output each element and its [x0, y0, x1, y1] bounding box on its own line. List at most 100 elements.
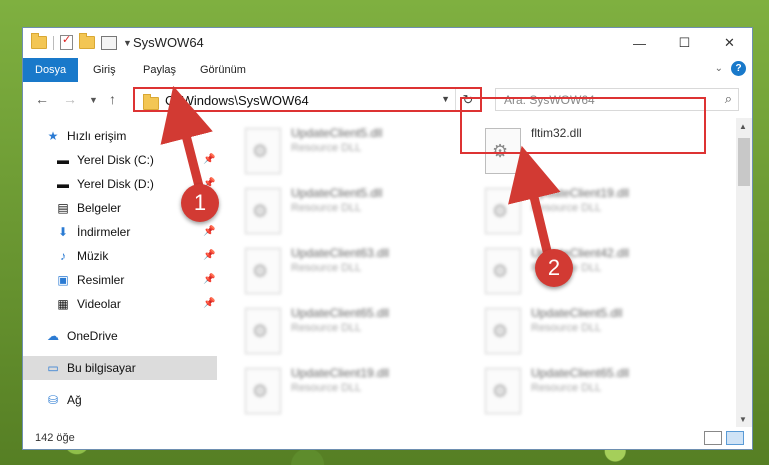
file-item[interactable]: UpdateClient19.dll Resource DLL	[485, 186, 705, 242]
dll-file-icon	[485, 188, 521, 234]
sidebar-item-videos[interactable]: ▦ Videolar 📌	[23, 292, 217, 316]
file-item[interactable]: UpdateClient5.dll Resource DLL	[245, 186, 465, 242]
documents-icon: ▤	[57, 201, 69, 215]
file-name: UpdateClient63.dll	[291, 246, 390, 260]
tab-file[interactable]: Dosya	[23, 58, 79, 82]
qa-dropdown-icon[interactable]: ▼	[123, 38, 132, 48]
file-item[interactable]: UpdateClient5.dll Resource DLL	[485, 306, 705, 362]
address-path[interactable]: C:\Windows\SysWOW64	[165, 93, 309, 108]
sidebar-item-label: Hızlı erişim	[67, 129, 127, 143]
step-marker-1: 1	[181, 184, 219, 222]
file-name: UpdateClient19.dll	[291, 366, 390, 380]
sidebar-item-network[interactable]: ⛁ Ağ	[23, 388, 217, 412]
item-count: 142 öğe	[35, 432, 75, 444]
address-folder-icon	[143, 94, 159, 110]
sidebar-item-downloads[interactable]: ⬇ İndirmeler 📌	[23, 220, 217, 244]
file-list: UpdateClient5.dll Resource DLL UpdateCli…	[219, 118, 738, 428]
toolbar-divider	[53, 35, 54, 50]
file-type: Resource DLL	[531, 202, 602, 214]
file-item[interactable]: UpdateClient63.dll Resource DLL	[245, 246, 465, 302]
navigation-pane: ★ Hızlı erişim ▬ Yerel Disk (C:) 📌 ▬ Yer…	[23, 118, 217, 428]
scroll-down-icon[interactable]: ▼	[739, 415, 747, 424]
file-type: Resource DLL	[531, 382, 602, 394]
file-item[interactable]: UpdateClient65.dll Resource DLL	[245, 306, 465, 362]
up-arrow-icon[interactable]: ↑	[109, 91, 116, 107]
sidebar-item-label: Yerel Disk (D:)	[77, 177, 154, 191]
network-icon: ⛁	[47, 393, 59, 407]
recent-dropdown-icon[interactable]: ▼	[89, 95, 98, 105]
pin-icon[interactable]: 📌	[203, 274, 215, 285]
pin-icon[interactable]: 📌	[203, 226, 215, 237]
quick-access-toolbar: ▼	[31, 33, 132, 50]
drive-icon: ▬	[57, 153, 69, 167]
expand-ribbon-icon[interactable]: ⌄	[715, 63, 723, 74]
minimize-button[interactable]: —	[617, 28, 662, 58]
search-icon[interactable]: ⌕	[725, 91, 732, 107]
address-dropdown-icon[interactable]: ▼	[441, 94, 450, 104]
ribbon-controls: ⌄ ?	[715, 61, 746, 76]
file-item[interactable]: UpdateClient65.dll Resource DLL	[485, 366, 705, 422]
sidebar-item-label: İndirmeler	[77, 225, 131, 239]
dll-file-icon	[245, 188, 281, 234]
tab-share[interactable]: Paylaş	[143, 58, 176, 82]
sidebar-item-pictures[interactable]: ▣ Resimler 📌	[23, 268, 217, 292]
forward-arrow-icon[interactable]: →	[63, 91, 77, 107]
sidebar-item-onedrive[interactable]: ☁ OneDrive	[23, 324, 217, 348]
customize-icon[interactable]	[101, 35, 117, 50]
star-icon: ★	[47, 129, 59, 143]
folder-icon	[31, 33, 47, 49]
file-name: UpdateClient5.dll	[291, 126, 383, 140]
file-item[interactable]: UpdateClient5.dll Resource DLL	[245, 126, 465, 182]
dll-file-icon	[485, 308, 521, 354]
file-name: UpdateClient19.dll	[531, 186, 630, 200]
file-name: UpdateClient5.dll	[291, 186, 383, 200]
sidebar-item-label: Ağ	[67, 393, 82, 407]
drive-icon: ▬	[57, 177, 69, 191]
file-type: Resource DLL	[291, 142, 362, 154]
file-type: Resource DLL	[531, 322, 602, 334]
sidebar-item-label: Belgeler	[77, 201, 122, 215]
scroll-up-icon[interactable]: ▲	[739, 122, 747, 131]
file-item[interactable]: UpdateClient19.dll Resource DLL	[245, 366, 465, 422]
explorer-window: ▼ SysWOW64 — ☐ ✕ Dosya Giriş Paylaş Görü…	[22, 27, 753, 450]
close-button[interactable]: ✕	[707, 28, 752, 58]
sidebar-item-label: Resimler	[77, 273, 125, 287]
title-bar: ▼ SysWOW64 — ☐ ✕	[23, 28, 752, 58]
download-icon: ⬇	[57, 225, 69, 239]
tab-home[interactable]: Giriş	[93, 58, 116, 82]
pin-icon[interactable]: 📌	[203, 154, 215, 165]
new-folder-icon[interactable]	[79, 33, 95, 49]
sidebar-item-this-pc[interactable]: ▭ Bu bilgisayar	[23, 356, 217, 380]
sidebar-item-quick-access[interactable]: ★ Hızlı erişim	[23, 124, 217, 148]
file-type: Resource DLL	[291, 322, 362, 334]
file-name: UpdateClient5.dll	[531, 306, 623, 320]
vertical-scrollbar[interactable]: ▲ ▼	[736, 118, 752, 428]
music-icon: ♪	[60, 249, 66, 263]
file-name: UpdateClient65.dll	[531, 366, 630, 380]
dll-file-icon	[245, 308, 281, 354]
scroll-thumb[interactable]	[738, 138, 750, 186]
details-view-icon[interactable]	[704, 431, 722, 445]
file-type: Resource DLL	[291, 382, 362, 394]
properties-check-icon[interactable]	[60, 33, 73, 50]
file-type: Resource DLL	[291, 202, 362, 214]
dll-file-icon	[245, 248, 281, 294]
maximize-button[interactable]: ☐	[662, 28, 707, 58]
window-title: SysWOW64	[133, 35, 204, 50]
dll-file-icon	[245, 368, 281, 414]
pin-icon[interactable]: 📌	[203, 298, 215, 309]
help-icon[interactable]: ?	[731, 61, 746, 76]
step-marker-2: 2	[535, 249, 573, 287]
sidebar-item-label: Videolar	[77, 297, 121, 311]
tiles-view-icon[interactable]	[726, 431, 744, 445]
address-bar[interactable]: C:\Windows\SysWOW64 ▼ ↻	[133, 87, 482, 112]
pin-icon[interactable]: 📌	[203, 250, 215, 261]
back-arrow-icon[interactable]: ←	[35, 91, 49, 107]
tab-view[interactable]: Görünüm	[200, 58, 246, 82]
file-item[interactable]: UpdateClient42.dll Resource DLL	[485, 246, 705, 302]
file-name: UpdateClient65.dll	[291, 306, 390, 320]
sidebar-item-disk-c[interactable]: ▬ Yerel Disk (C:) 📌	[23, 148, 217, 172]
computer-icon: ▭	[47, 361, 59, 375]
sidebar-item-music[interactable]: ♪ Müzik 📌	[23, 244, 217, 268]
ribbon-tabs: Dosya Giriş Paylaş Görünüm ⌄ ?	[23, 58, 752, 83]
